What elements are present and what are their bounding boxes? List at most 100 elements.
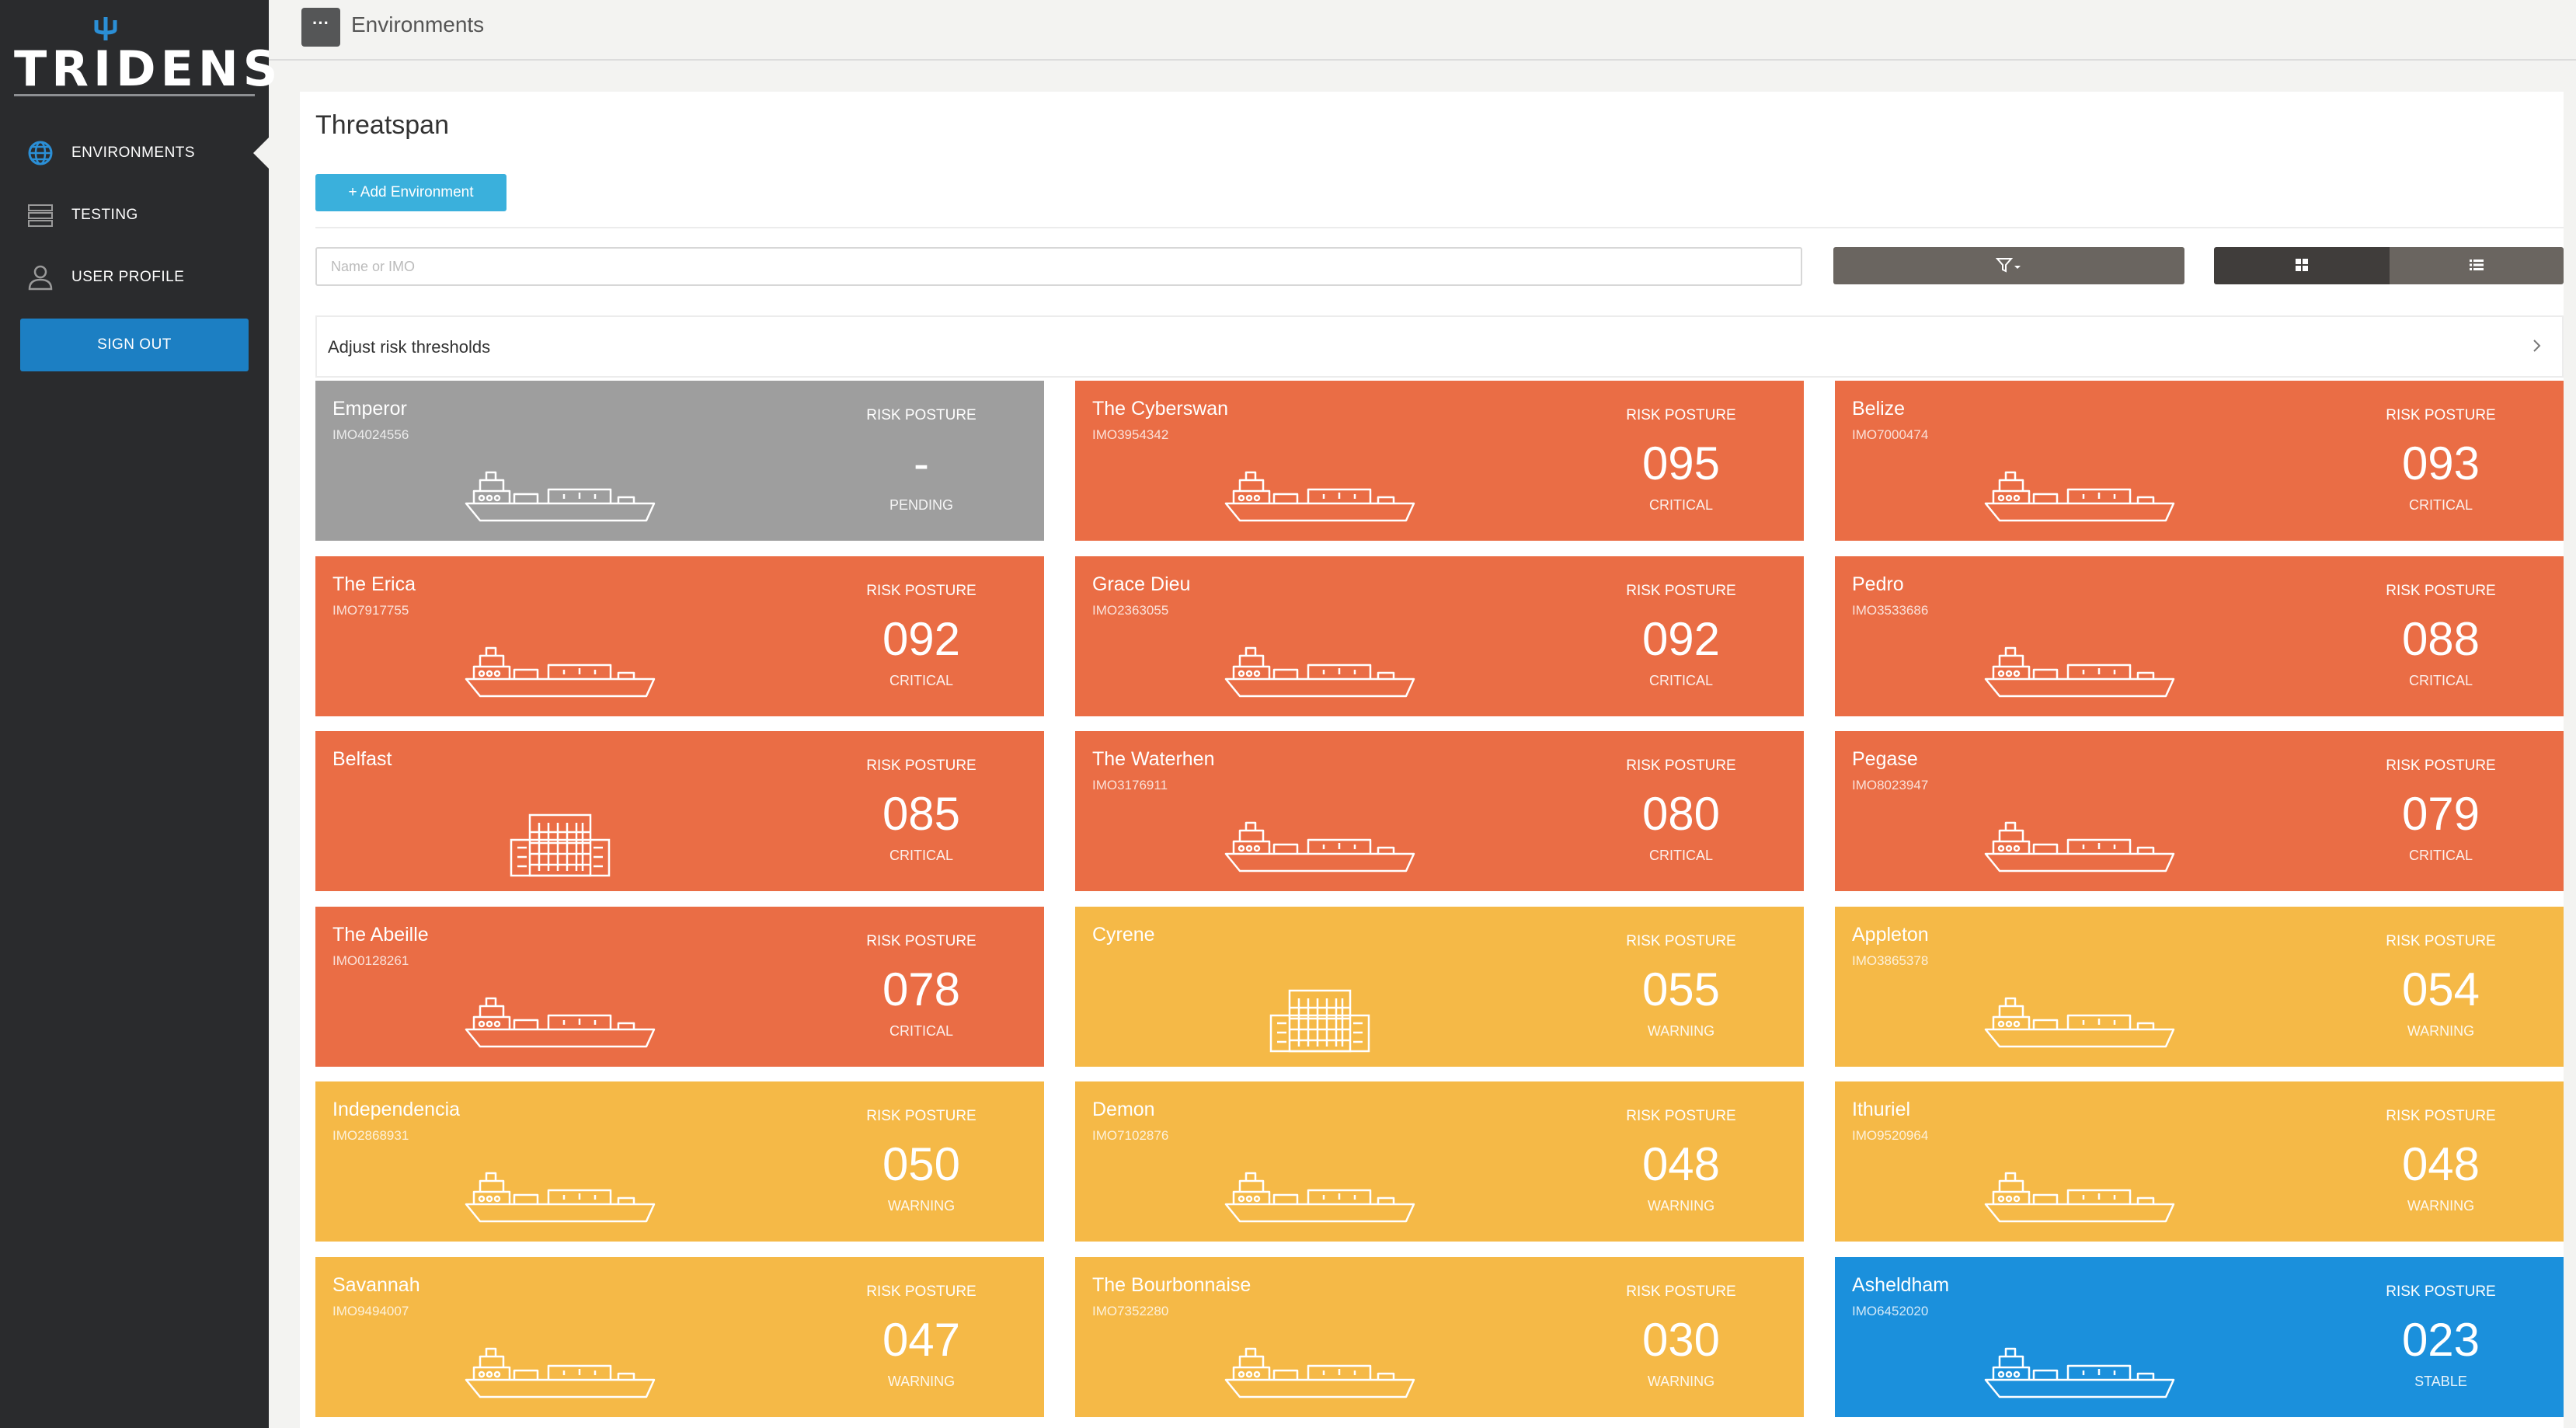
environment-card[interactable]: Pegase IMO8023947 RISK POSTURE 079 CRITICAL <box>1835 731 2564 891</box>
filter-icon <box>1995 257 2021 273</box>
risk-score: 048 <box>1641 1138 1721 1190</box>
ship-icon <box>463 984 657 1054</box>
risk-score: 085 <box>882 788 961 840</box>
environment-name: The Cyberswan <box>1092 398 1229 420</box>
environment-name: The Erica <box>332 573 416 595</box>
environment-card[interactable]: The Cyberswan IMO3954342 RISK POSTURE 095 CR… <box>1075 381 1804 541</box>
risk-posture-label: RISK POSTURE <box>1626 933 1736 949</box>
risk-thresholds-label: Adjust risk thresholds <box>328 337 491 357</box>
environment-card[interactable]: Appleton IMO3865378 RISK POSTURE 054 WARNING <box>1835 907 2564 1067</box>
risk-status: WARNING <box>1647 1198 1715 1214</box>
page-title: Threatspan <box>315 110 449 140</box>
grid-view-button[interactable] <box>2214 247 2390 284</box>
environment-name: Belize <box>1852 398 1906 420</box>
risk-score: 030 <box>1641 1314 1721 1366</box>
chevron-right-icon <box>2533 340 2541 352</box>
search-input[interactable] <box>315 247 1802 286</box>
risk-status: CRITICAL <box>2408 848 2473 863</box>
environment-card[interactable]: Pedro IMO3533686 RISK POSTURE 088 CRITICAL <box>1835 556 2564 716</box>
building-icon <box>463 809 657 879</box>
environment-card[interactable]: Asheldham IMO6452020 RISK POSTURE 023 STABLE <box>1835 1257 2564 1417</box>
environment-card[interactable]: Ithuriel IMO9520964 RISK POSTURE 048 WARNING <box>1835 1081 2564 1242</box>
environment-imo: IMO9494007 <box>332 1304 409 1318</box>
add-environment-button[interactable]: + Add Environment <box>315 174 506 211</box>
environment-imo: IMO2868931 <box>332 1128 409 1143</box>
environment-name: The Abeille <box>332 924 429 946</box>
ship-icon <box>1223 1159 1417 1229</box>
filter-button[interactable] <box>1833 247 2184 284</box>
ship-icon <box>1982 458 2177 528</box>
sidebar-item-user-profile[interactable]: USER PROFILE <box>0 247 269 308</box>
environment-card[interactable]: Grace Dieu IMO2363055 RISK POSTURE 092 CRITI… <box>1075 556 1804 716</box>
environment-card[interactable]: Belize IMO7000474 RISK POSTURE 093 CRITICAL <box>1835 381 2564 541</box>
environment-card[interactable]: Independencia IMO2868931 RISK POSTURE 050 WA… <box>315 1081 1044 1242</box>
environment-imo: IMO0128261 <box>332 953 409 968</box>
ship-icon <box>463 1159 657 1229</box>
environment-name: Independencia <box>332 1099 461 1120</box>
sidebar-item-environments[interactable]: ENVIRONMENTS <box>0 123 269 183</box>
risk-posture-label: RISK POSTURE <box>1626 583 1736 599</box>
risk-score: 054 <box>2401 963 2480 1015</box>
environment-card[interactable]: Savannah IMO9494007 RISK POSTURE 047 WARNING <box>315 1257 1044 1417</box>
environment-card[interactable]: The Erica IMO7917755 RISK POSTURE 092 CRITIC… <box>315 556 1044 716</box>
environment-card[interactable]: Demon IMO7102876 RISK POSTURE 048 WARNING <box>1075 1081 1804 1242</box>
logo-wordmark: TRIDENS <box>14 40 283 97</box>
environment-card[interactable]: The Bourbonnaise IMO7352280 RISK POSTURE 03… <box>1075 1257 1804 1417</box>
environment-imo: IMO7917755 <box>332 603 409 618</box>
environment-card[interactable]: Emperor IMO4024556 RISK POSTURE - PENDING <box>315 381 1044 541</box>
environment-imo: IMO3954342 <box>1092 427 1169 442</box>
environment-card[interactable]: The Waterhen IMO3176911 RISK POSTURE 080 CRI… <box>1075 731 1804 891</box>
ship-icon <box>1982 1335 2177 1405</box>
environment-imo: IMO7352280 <box>1092 1304 1169 1318</box>
top-bar: ··· Environments <box>269 0 2576 61</box>
active-indicator <box>253 138 269 169</box>
risk-status: CRITICAL <box>889 848 953 863</box>
environment-card[interactable]: The Abeille IMO0128261 RISK POSTURE 078 CRIT… <box>315 907 1044 1067</box>
sidebar-item-testing[interactable]: TESTING <box>0 185 269 246</box>
environment-card[interactable]: Belfast RISK POSTURE 085 CRITICAL <box>315 731 1044 891</box>
environment-name: The Waterhen <box>1092 748 1215 770</box>
environment-name: Emperor <box>332 398 407 420</box>
sign-out-button[interactable]: SIGN OUT <box>20 319 249 371</box>
risk-status: WARNING <box>2407 1023 2475 1039</box>
risk-posture-label: RISK POSTURE <box>2386 1283 2496 1300</box>
risk-posture-label: RISK POSTURE <box>2386 583 2496 599</box>
list-view-button[interactable] <box>2390 247 2564 284</box>
divider <box>315 227 2564 228</box>
risk-thresholds-toggle[interactable]: Adjust risk thresholds <box>315 315 2564 378</box>
risk-status: STABLE <box>2414 1374 2467 1389</box>
environment-name: Appleton <box>1852 924 1929 946</box>
environment-imo: IMO9520964 <box>1852 1128 1929 1143</box>
environment-imo: IMO3176911 <box>1092 778 1168 792</box>
ship-icon <box>1982 634 2177 704</box>
environment-imo: IMO7000474 <box>1852 427 1929 442</box>
environment-name: Asheldham <box>1852 1274 1950 1296</box>
risk-score: 092 <box>882 613 961 665</box>
risk-status: WARNING <box>887 1374 956 1389</box>
risk-status: CRITICAL <box>889 673 953 688</box>
main-panel: Threatspan + Add Environment Adjust risk… <box>300 92 2564 1428</box>
sidebar-item-label: USER PROFILE <box>71 269 185 285</box>
ship-icon <box>1982 809 2177 879</box>
risk-status: CRITICAL <box>2408 497 2473 513</box>
environment-name: Pegase <box>1852 748 1918 770</box>
environment-card[interactable]: Cyrene RISK POSTURE 055 WARNING <box>1075 907 1804 1067</box>
risk-posture-label: RISK POSTURE <box>866 1283 976 1300</box>
environment-name: Cyrene <box>1092 924 1155 946</box>
environment-imo: IMO3865378 <box>1852 953 1929 968</box>
sidebar-item-label: TESTING <box>71 207 138 223</box>
risk-score: 079 <box>2401 788 2480 840</box>
risk-score: 093 <box>2401 437 2480 489</box>
risk-posture-label: RISK POSTURE <box>2386 758 2496 774</box>
risk-status: WARNING <box>1647 1023 1715 1039</box>
environment-imo: IMO3533686 <box>1852 603 1929 618</box>
environment-name: Pedro <box>1852 573 1904 595</box>
sidebar: TRIDENS ENVIRONMENTS TESTING USER PROFIL… <box>0 0 283 1428</box>
more-menu-button[interactable]: ··· <box>301 8 340 47</box>
ship-icon <box>1982 984 2177 1054</box>
environment-name: Savannah <box>332 1274 420 1296</box>
environment-imo: IMO8023947 <box>1852 778 1929 792</box>
list-icon <box>2470 259 2484 270</box>
user-icon <box>25 262 56 293</box>
server-icon <box>25 200 56 231</box>
